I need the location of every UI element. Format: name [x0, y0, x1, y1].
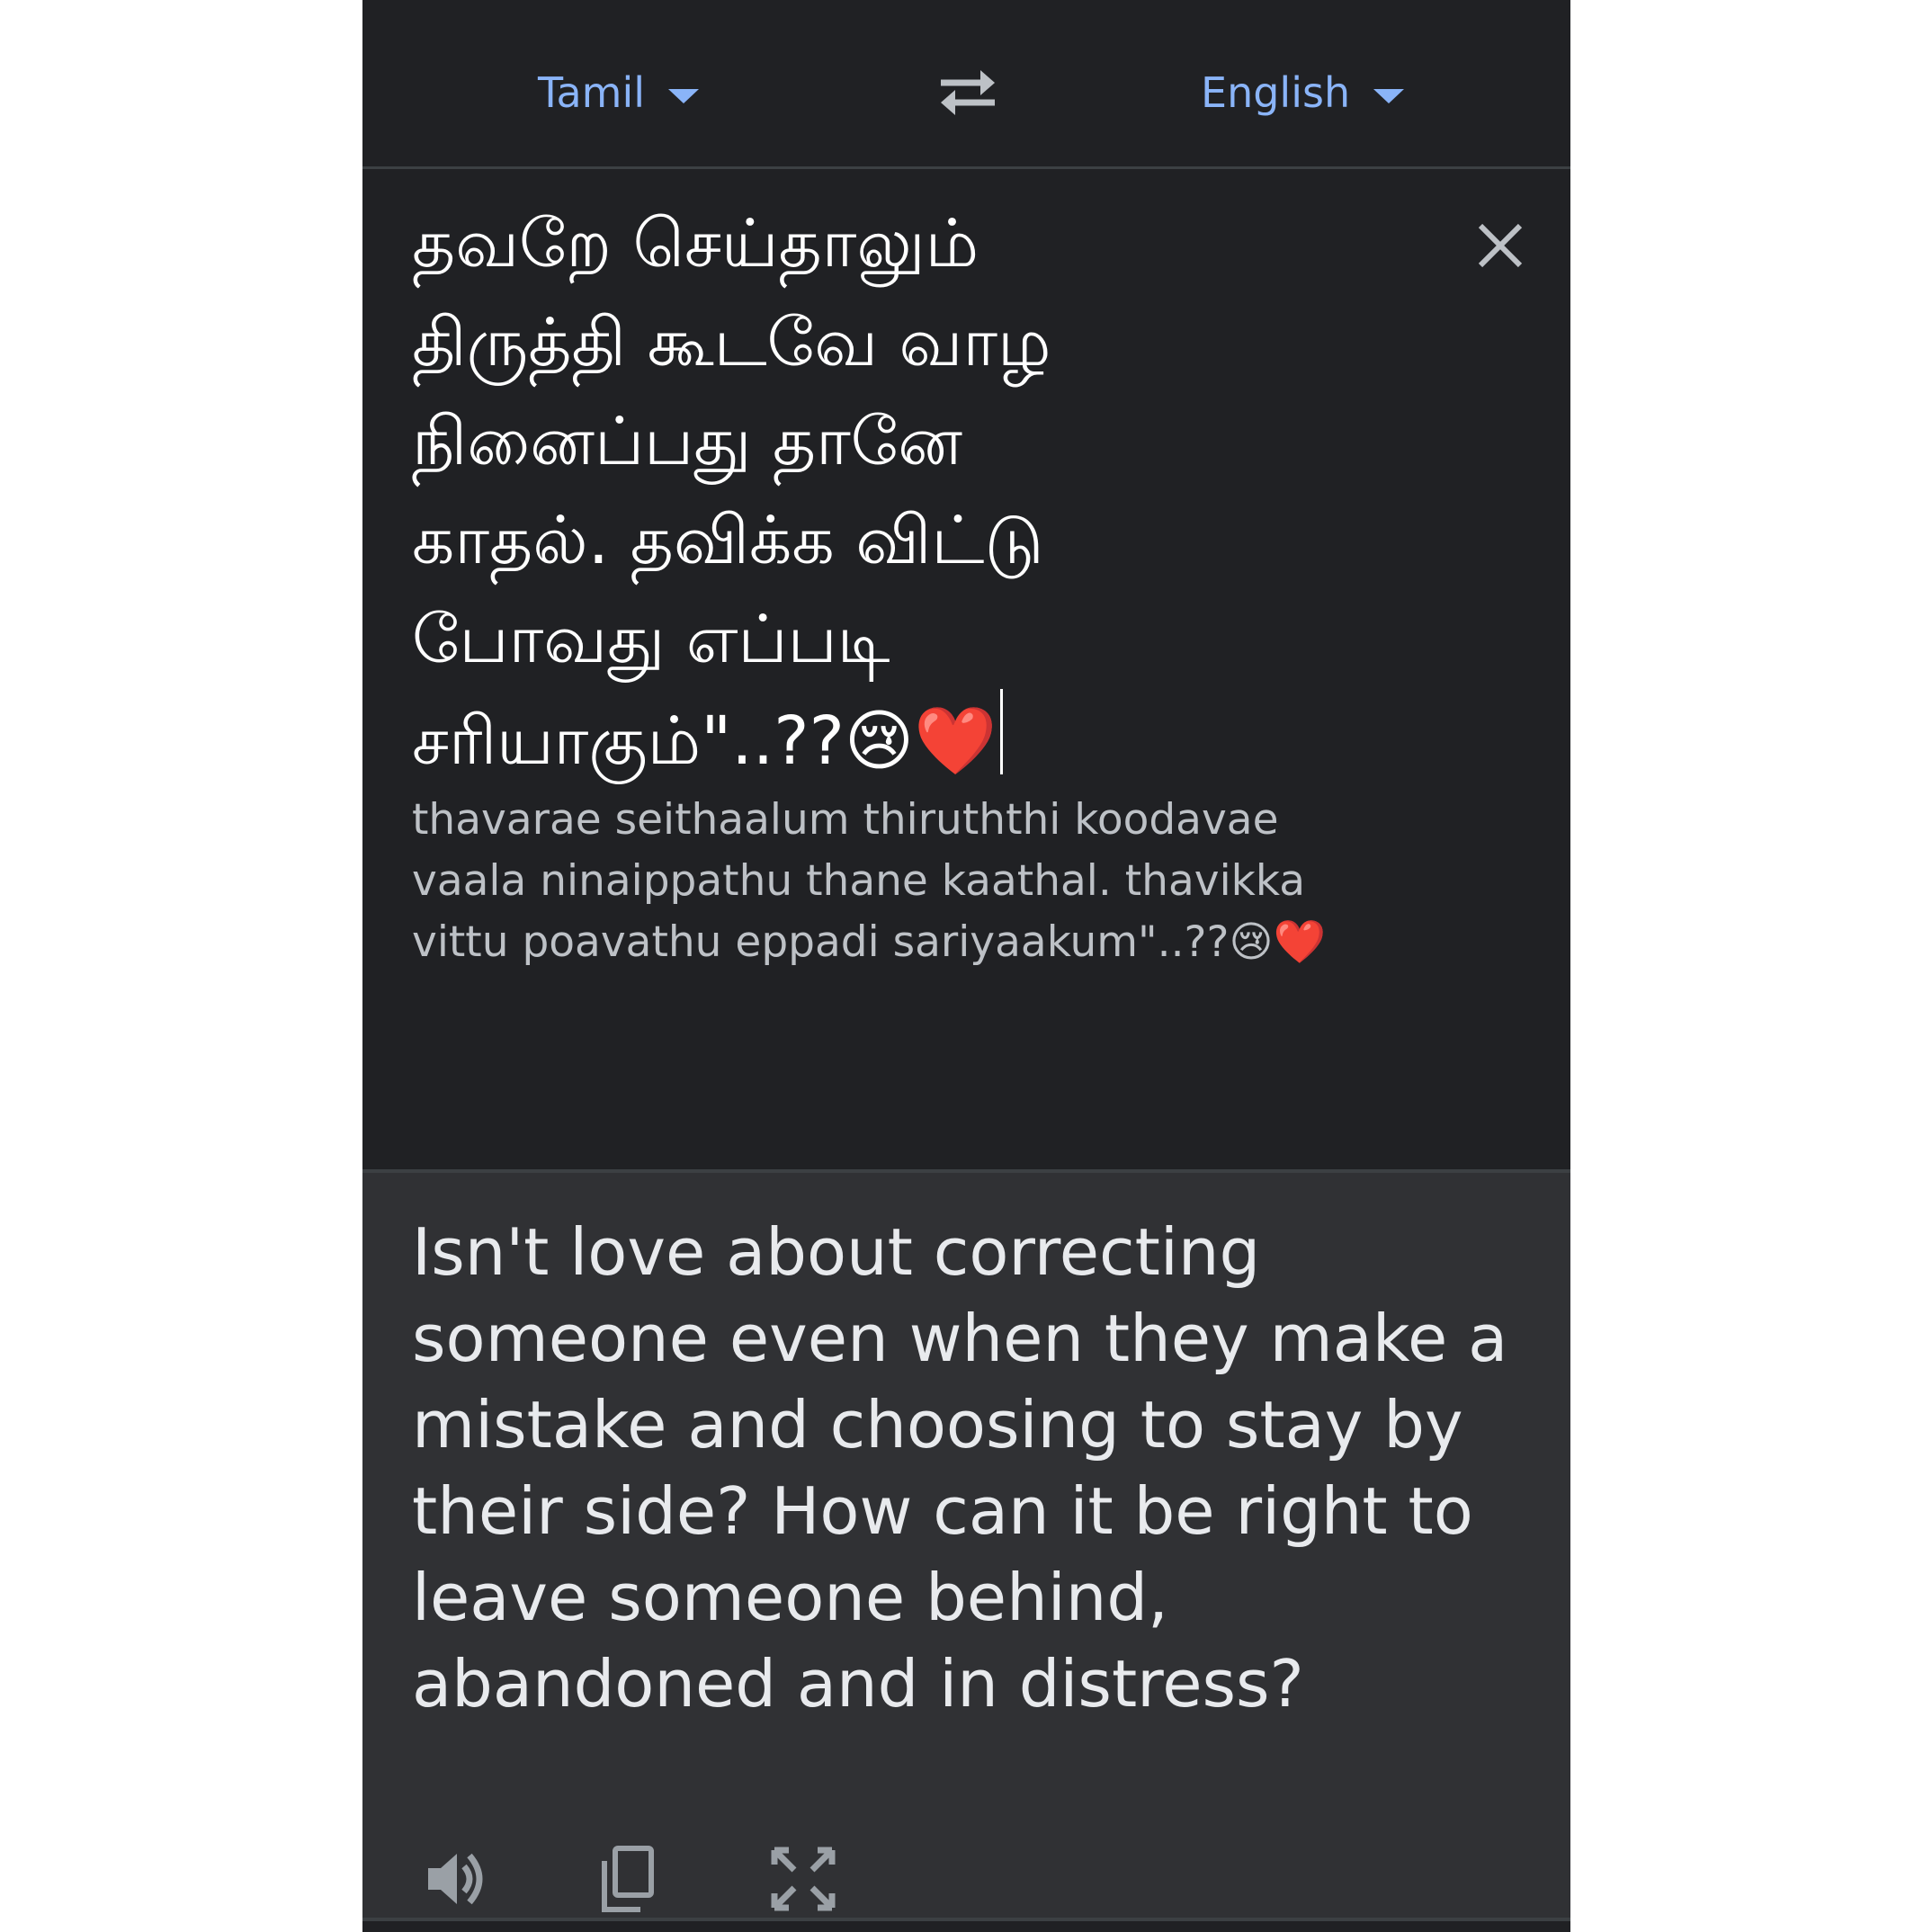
fullscreen-icon [771, 1847, 836, 1911]
translation-text: Isn't love about correcting someone even… [412, 1214, 1508, 1722]
source-text-input[interactable]: தவறே செய்தாலும் திருத்தி கூடவே வாழ நினைப… [412, 194, 1311, 791]
divider [362, 1918, 1570, 1921]
chevron-down-icon [668, 89, 700, 103]
language-bar: Tamil English [362, 0, 1570, 169]
source-text: தவறே செய்தாலும் திருத்தி கூடவே வாழ நினைப… [412, 205, 1051, 780]
swap-languages-button[interactable] [932, 63, 1004, 122]
source-language-selector[interactable]: Tamil [538, 61, 700, 124]
target-language-selector[interactable]: English [1201, 61, 1405, 124]
text-cursor [1000, 689, 1004, 774]
target-language-label: English [1201, 68, 1351, 117]
source-language-label: Tamil [538, 68, 646, 117]
fullscreen-button[interactable] [767, 1843, 839, 1915]
swap-arrows-icon [941, 70, 995, 115]
translate-screen: Tamil English தவறே செய்தாலும் திருத்தி க… [362, 0, 1570, 1932]
copy-translation-button[interactable] [592, 1843, 664, 1915]
translation-listen-button[interactable] [421, 1843, 493, 1915]
speaker-icon [428, 1853, 483, 1905]
clear-text-button[interactable] [1473, 219, 1527, 273]
translation-panel: Isn't love about correcting someone even… [362, 1173, 1570, 1918]
source-panel: தவறே செய்தாலும் திருத்தி கூடவே வாழ நினைப… [362, 169, 1570, 1272]
close-icon [1478, 223, 1523, 268]
copy-icon [602, 1846, 654, 1912]
transliteration-text: thavarae seithaalum thiruththi koodavae … [412, 795, 1326, 967]
chevron-down-icon [1373, 89, 1405, 103]
